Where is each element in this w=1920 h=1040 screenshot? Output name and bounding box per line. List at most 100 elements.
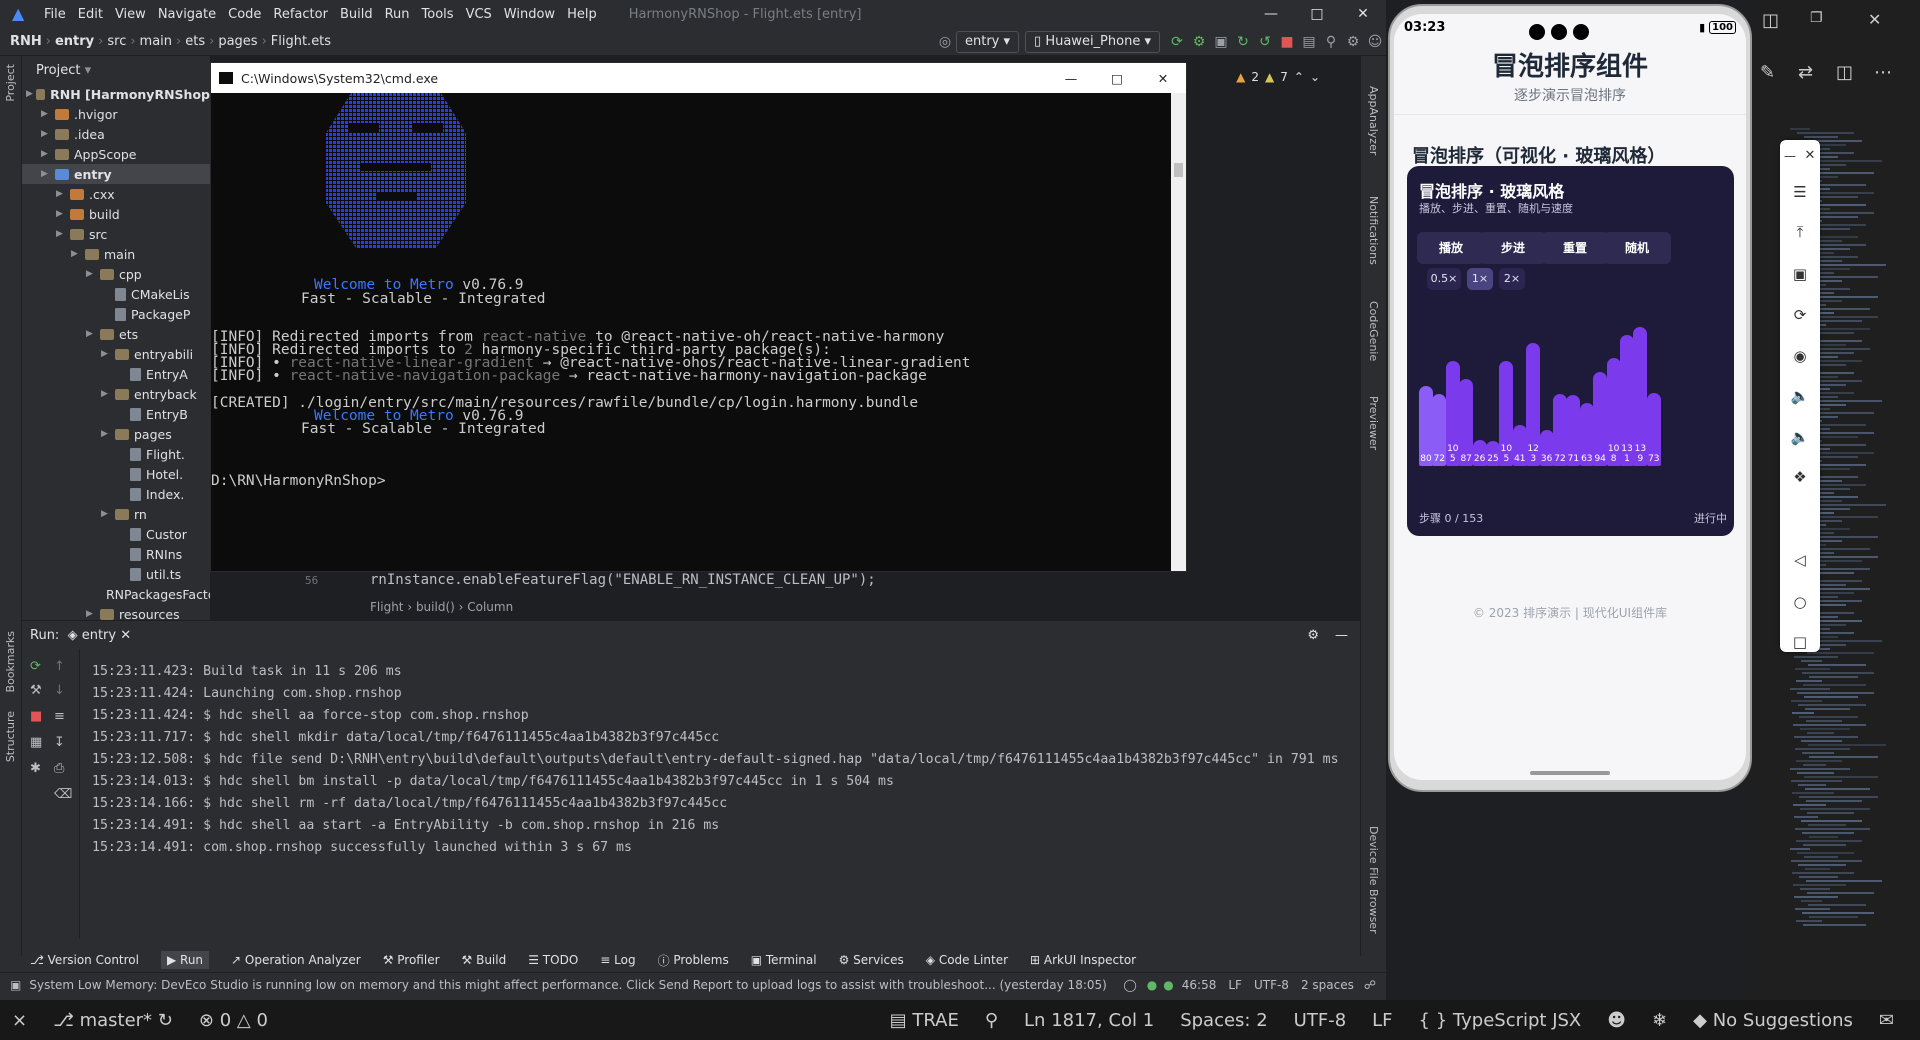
- attach-icon[interactable]: ▣: [1210, 34, 1232, 50]
- copilot-icon[interactable]: ☻: [1607, 1010, 1626, 1031]
- minimize-icon[interactable]: —: [1048, 71, 1094, 86]
- chevron-icon[interactable]: ▶: [101, 349, 115, 359]
- status-message[interactable]: System Low Memory: DevEco Studio is runn…: [29, 978, 1113, 992]
- code-line[interactable]: rnInstance.enableFeatureFlag("ENABLE_RN_…: [370, 572, 1070, 592]
- tree-item[interactable]: ▶ entryabili: [22, 344, 210, 364]
- screenshot-icon[interactable]: ▣: [1780, 262, 1820, 286]
- rerun-icon[interactable]: ⟳: [30, 659, 41, 674]
- tree-item[interactable]: ▶ .idea: [22, 124, 210, 144]
- maximize-icon[interactable]: □: [1094, 71, 1140, 86]
- close-icon[interactable]: ✕: [1800, 144, 1820, 168]
- tree-item[interactable]: ▶ AppScope: [22, 144, 210, 164]
- minimize-icon[interactable]: —: [1248, 6, 1294, 22]
- encoding[interactable]: UTF-8: [1294, 1010, 1346, 1031]
- console-output[interactable]: 15:23:11.423: Build task in 11 s 206 ms 1…: [92, 661, 1352, 859]
- cmd-prompt[interactable]: D:\RN\HarmonyRnShop>: [211, 473, 386, 489]
- breadcrumb-file[interactable]: Flight.ets: [271, 34, 331, 49]
- tree-item[interactable]: PackageP: [22, 304, 210, 324]
- tree-item[interactable]: ▶ rn: [22, 504, 210, 524]
- chevron-icon[interactable]: ▶: [71, 249, 85, 259]
- soft-wrap-icon[interactable]: ≡: [54, 709, 65, 724]
- menu-code[interactable]: Code: [228, 7, 261, 22]
- record-icon[interactable]: ◉: [1780, 344, 1820, 368]
- scroll-up-icon[interactable]: ↑: [54, 659, 65, 674]
- end-of-line[interactable]: LF: [1372, 1010, 1392, 1031]
- device-manager-icon[interactable]: ▤: [1298, 34, 1320, 50]
- remote-icon[interactable]: ⨯: [12, 1010, 27, 1031]
- chevron-icon[interactable]: ▶: [101, 389, 115, 399]
- notifications-icon[interactable]: ✉: [1879, 1010, 1894, 1031]
- tree-item[interactable]: RNPackagesFactory.ets: [22, 584, 210, 604]
- extension-icon[interactable]: ❄: [1652, 1010, 1667, 1031]
- reset-button[interactable]: 重置: [1541, 232, 1609, 264]
- line-separator[interactable]: LF: [1228, 978, 1242, 992]
- menu-refactor[interactable]: Refactor: [273, 7, 328, 22]
- structure-tool-tab[interactable]: Structure: [4, 711, 17, 762]
- menu-edit[interactable]: Edit: [78, 7, 103, 22]
- home-icon[interactable]: ○: [1780, 590, 1820, 614]
- compare-icon[interactable]: ⇄: [1798, 62, 1813, 83]
- close-icon[interactable]: ✕: [1140, 71, 1186, 86]
- fold-icon[interactable]: ❖: [1780, 465, 1820, 489]
- breadcrumb-main[interactable]: main: [140, 34, 172, 49]
- more-icon[interactable]: ⋯: [1874, 62, 1892, 83]
- tree-item[interactable]: ▶ src: [22, 224, 210, 244]
- problems-indicator[interactable]: ⊗ 0 △ 0: [199, 1010, 268, 1031]
- menu-file[interactable]: File: [44, 7, 66, 22]
- home-indicator[interactable]: [1530, 771, 1610, 775]
- tree-item[interactable]: Index.: [22, 484, 210, 504]
- menu-navigate[interactable]: Navigate: [158, 7, 216, 22]
- editor-crumb-column[interactable]: Column: [467, 600, 513, 614]
- stop-icon[interactable]: ■: [1276, 34, 1298, 50]
- tool-window-arkui-inspector[interactable]: ⊞ ArkUI Inspector: [1030, 953, 1136, 967]
- run-config-select[interactable]: entry ▾: [955, 30, 1020, 53]
- speed-1x-button[interactable]: 1×: [1467, 268, 1493, 290]
- settings-icon[interactable]: ⚙: [1342, 34, 1364, 50]
- breadcrumb-entry[interactable]: entry: [55, 34, 94, 49]
- pin-icon[interactable]: ✱: [30, 761, 41, 776]
- menu-window[interactable]: Window: [504, 7, 555, 22]
- tree-item[interactable]: Custor: [22, 524, 210, 544]
- speed-2x-button[interactable]: 2×: [1499, 268, 1525, 290]
- branch-indicator[interactable]: ⎇ master* ↻: [53, 1010, 173, 1031]
- menu-view[interactable]: View: [115, 7, 146, 22]
- volume-up-icon[interactable]: 🔈: [1780, 384, 1820, 408]
- indent-setting[interactable]: 2 spaces: [1301, 978, 1354, 992]
- tree-item[interactable]: CMakeLis: [22, 284, 210, 304]
- debug-icon[interactable]: ⚙: [1188, 34, 1210, 50]
- rotate-icon[interactable]: ⟳: [1780, 303, 1820, 327]
- chevron-up-icon[interactable]: ⌃: [1294, 70, 1304, 84]
- chevron-icon[interactable]: ▶: [86, 269, 100, 279]
- tree-item[interactable]: ▶ build: [22, 204, 210, 224]
- apply-changes-icon[interactable]: ↻: [1232, 34, 1254, 50]
- lock-icon[interactable]: ☍: [1364, 978, 1376, 992]
- zoom-icon[interactable]: ⚲: [985, 1010, 998, 1031]
- chevron-icon[interactable]: ▶: [41, 149, 55, 159]
- breadcrumb-project[interactable]: RNH: [10, 34, 42, 49]
- edit-icon[interactable]: ✎: [1760, 62, 1775, 83]
- chevron-down-icon[interactable]: ▾: [85, 63, 92, 78]
- wrench-icon[interactable]: ⚒: [30, 683, 42, 698]
- tool-window-code-linter[interactable]: ◈ Code Linter: [926, 953, 1008, 967]
- tree-item[interactable]: ▶ RNH [HarmonyRNShop: [22, 84, 210, 104]
- speed-0-5x-button[interactable]: 0.5×: [1427, 268, 1461, 290]
- split-icon[interactable]: ◫: [1836, 62, 1853, 83]
- breadcrumb-ets[interactable]: ets: [185, 34, 205, 49]
- project-tool-tab[interactable]: Project: [4, 64, 17, 102]
- tree-item[interactable]: ▶ cpp: [22, 264, 210, 284]
- device-file-browser-tab[interactable]: Device File Browser: [1367, 826, 1380, 934]
- chevron-icon[interactable]: ▶: [56, 209, 70, 219]
- chevron-icon[interactable]: ▶: [41, 129, 55, 139]
- bookmarks-tool-tab[interactable]: Bookmarks: [4, 631, 17, 692]
- scrollbar-thumb[interactable]: [1174, 163, 1183, 177]
- tree-item[interactable]: ▶ pages: [22, 424, 210, 444]
- menu-icon[interactable]: ☰: [1780, 180, 1820, 204]
- tree-item[interactable]: EntryA: [22, 364, 210, 384]
- project-panel-title[interactable]: Project: [36, 63, 80, 78]
- rerun-icon[interactable]: ⟳: [1166, 34, 1188, 50]
- tree-item[interactable]: ▶ entry: [22, 164, 210, 184]
- chevron-icon[interactable]: ▶: [41, 109, 55, 119]
- tool-window-terminal[interactable]: ▣ Terminal: [751, 953, 817, 967]
- stop-icon[interactable]: ■: [30, 709, 42, 724]
- tool-window-todo[interactable]: ☰ TODO: [528, 953, 578, 967]
